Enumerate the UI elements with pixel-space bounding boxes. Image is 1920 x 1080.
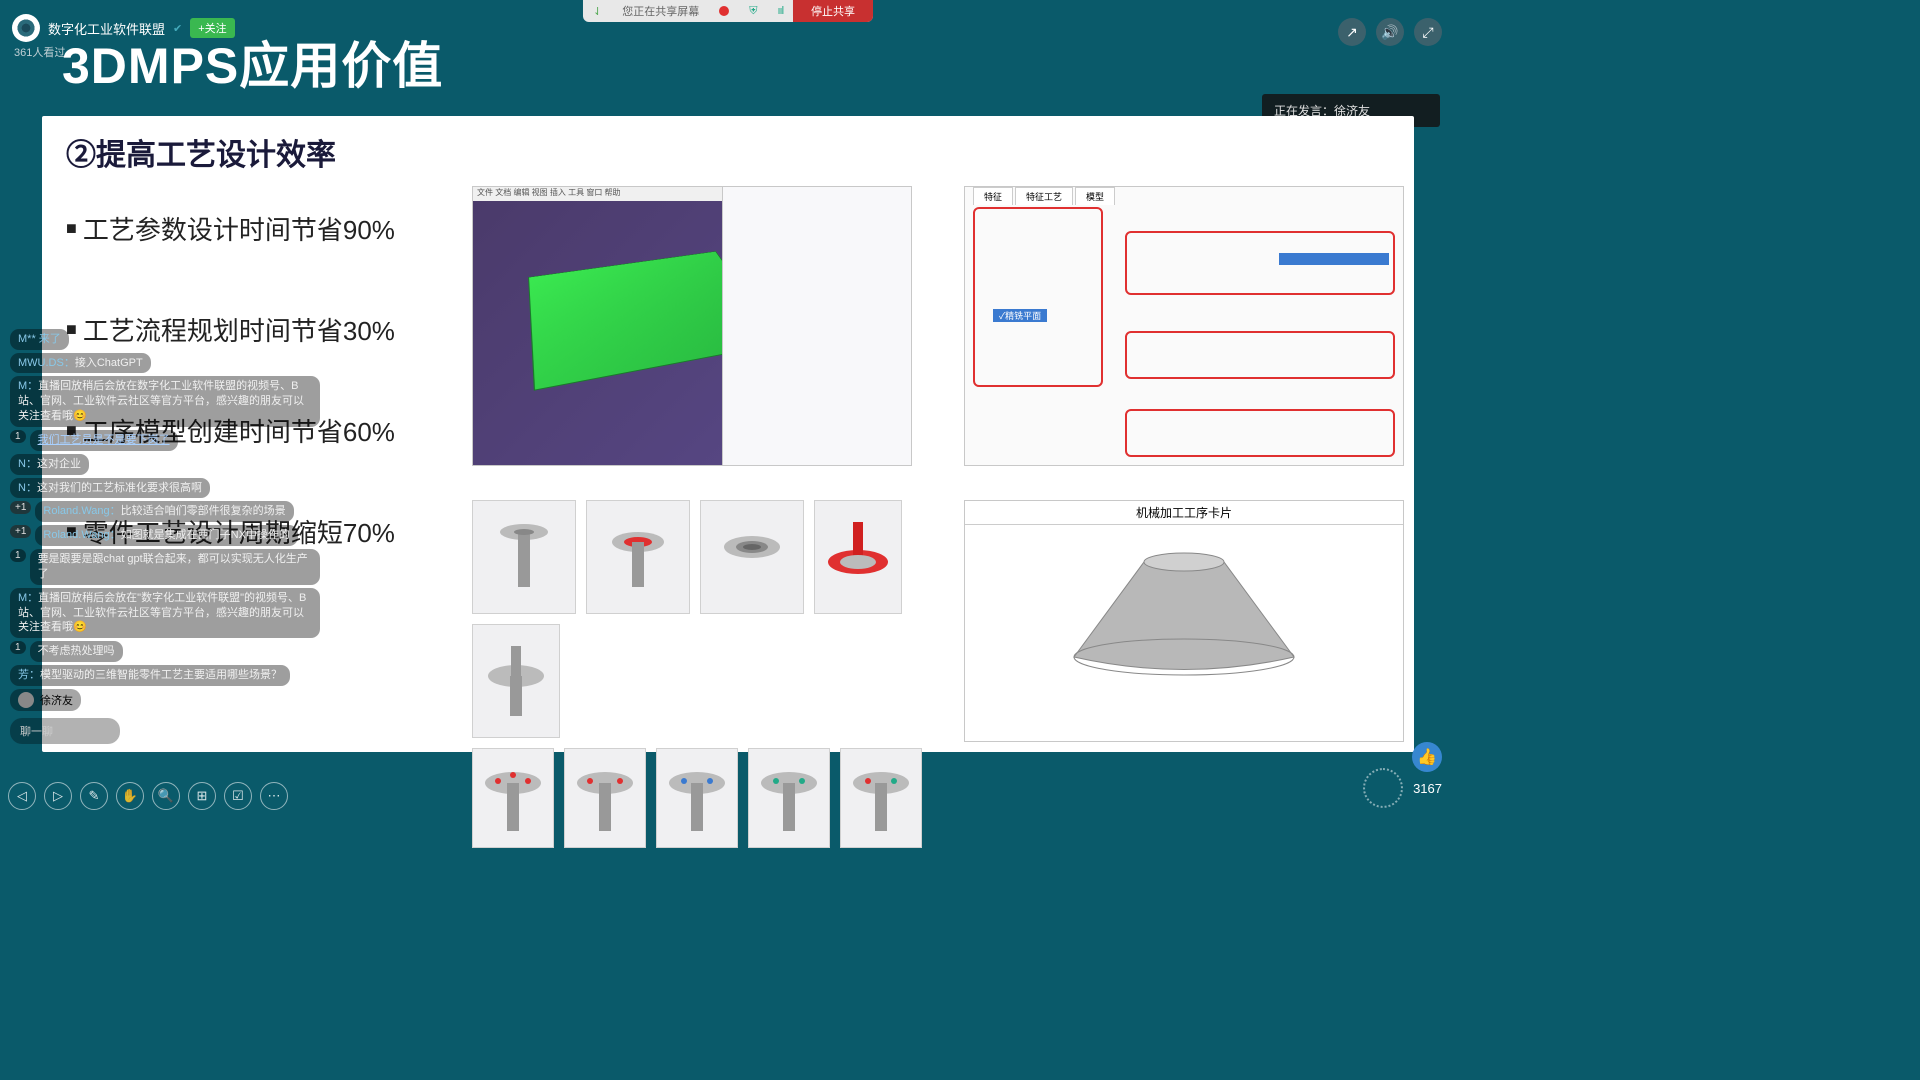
part-thumb <box>564 748 646 848</box>
red-highlight-box <box>973 207 1103 387</box>
chat-bubble: 芳：模型驱动的三维智能零件工艺主要适用哪些场景？ <box>10 665 290 686</box>
chat-message: N：这对企业 <box>10 454 320 475</box>
part-thumb <box>700 500 804 614</box>
shield-icon: ⛨ <box>739 5 767 18</box>
presenter-row: 徐济友 <box>10 689 81 711</box>
chat-message: M：直播回放稍后会放在"数字化工业软件联盟"的视频号、B站、官网、工业软件云社区… <box>10 588 320 639</box>
stop-share-button[interactable]: 停止共享 <box>793 0 873 22</box>
tree-tabs: 特征 特征工艺 模型 <box>973 187 1115 205</box>
tree-tab: 特征工艺 <box>1015 187 1073 205</box>
slide-main-title: 3DMPS应用价值 <box>62 26 443 98</box>
mic-icon: ⇃ <box>593 5 602 18</box>
zoom-button[interactable]: 🔍 <box>152 782 180 810</box>
chat-bubble: M：直播回放稍后会放在数字化工业软件联盟的视频号、B站、官网、工业软件云社区等官… <box>10 376 320 427</box>
tree-tab: 模型 <box>1075 187 1115 205</box>
part-thumbnails <box>472 500 922 848</box>
chat-badge: 1 <box>10 549 26 562</box>
process-card-figure: 机械加工工序卡片 <box>964 500 1404 742</box>
red-highlight-box <box>1125 409 1395 457</box>
viewer-count: 361人看过 <box>14 44 65 60</box>
chat-bubble: N：这对我们的工艺标准化要求很高啊 <box>10 478 210 499</box>
volume-button[interactable]: 🔊 <box>1376 18 1404 46</box>
presenter-name: 徐济友 <box>40 692 73 708</box>
presenter-avatar <box>18 692 34 708</box>
tree-tab: 特征 <box>973 187 1013 205</box>
part-thumb <box>748 748 830 848</box>
share-button[interactable]: ↗ <box>1338 18 1366 46</box>
chat-input[interactable]: 聊一聊 <box>10 718 120 744</box>
bottom-right: 3167 <box>1363 768 1442 808</box>
screen-share-bar: ⇃ 您正在共享屏幕 ⛨ ııl 停止共享 <box>583 0 873 22</box>
signal-icon: ııl <box>767 5 793 17</box>
fullscreen-button[interactable]: ⤢ <box>1414 18 1442 46</box>
play-button[interactable]: ▷ <box>44 782 72 810</box>
chat-message: M：直播回放稍后会放在数字化工业软件联盟的视频号、B站、官网、工业软件云社区等官… <box>10 376 320 427</box>
top-right-controls: ↗ 🔊 ⤢ <box>1338 18 1442 46</box>
chat-overlay: M** 来了 MWU.DS：接入ChatGPTM：直播回放稍后会放在数字化工业软件… <box>10 329 320 744</box>
prev-button[interactable]: ◁ <box>8 782 36 810</box>
chat-bubble: N：这对企业 <box>10 454 89 475</box>
grid-button[interactable]: ⊞ <box>188 782 216 810</box>
settings-gear-icon[interactable] <box>1363 768 1403 808</box>
chat-badge: 1 <box>10 641 26 654</box>
part-thumb <box>840 748 922 848</box>
bottom-controls: ◁ ▷ ✎ ✋ 🔍 ⊞ ☑ ⋯ <box>8 782 288 810</box>
like-count: 3167 <box>1413 781 1442 796</box>
chat-badge: +1 <box>10 525 31 538</box>
chat-bubble: M** 来了 <box>10 329 69 350</box>
chat-bubble: 我们工艺员是不是要下岗了 <box>30 430 178 451</box>
chat-message: +1 Roland.Wang：如图就是集成在西门子NX中操作的 <box>10 525 320 546</box>
check-button[interactable]: ☑ <box>224 782 252 810</box>
chat-bubble: Roland.Wang：如图就是集成在西门子NX中操作的 <box>35 525 298 546</box>
channel-avatar[interactable] <box>12 14 40 42</box>
process-card-title: 机械加工工序卡片 <box>965 501 1403 525</box>
chat-message: N：这对我们的工艺标准化要求很高啊 <box>10 478 320 499</box>
chat-message: 芳：模型驱动的三维智能零件工艺主要适用哪些场景？ <box>10 665 320 686</box>
cad-side-panel <box>722 186 912 466</box>
selected-cell <box>1279 253 1389 265</box>
chat-message: 1 要是跟要是跟chat gpt联合起来，都可以实现无人化生产了 <box>10 549 320 585</box>
chat-bubble: Roland.Wang：比较适合咱们零部件很复杂的场景 <box>35 501 293 522</box>
slide-subtitle: ②提高工艺设计效率 <box>66 130 1390 174</box>
sharing-text: 您正在共享屏幕 <box>612 3 709 19</box>
part-thumb <box>656 748 738 848</box>
part-thumb <box>472 624 560 738</box>
chat-bubble: 要是跟要是跟chat gpt联合起来，都可以实现无人化生产了 <box>30 549 320 585</box>
chat-message: M** 来了 <box>10 329 320 350</box>
chat-message: MWU.DS：接入ChatGPT <box>10 353 320 374</box>
chat-bubble: M：直播回放稍后会放在"数字化工业软件联盟"的视频号、B站、官网、工业软件云社区… <box>10 588 320 639</box>
part-thumb <box>814 500 902 614</box>
chat-bubble: MWU.DS：接入ChatGPT <box>10 353 151 374</box>
part-thumb <box>472 500 576 614</box>
part-thumb <box>472 748 554 848</box>
chat-bubble: 不考虑热处理吗 <box>30 641 123 662</box>
more-button[interactable]: ⋯ <box>260 782 288 810</box>
red-highlight-box <box>1125 331 1395 379</box>
cone-part-icon <box>1034 537 1334 687</box>
chat-message: +1 Roland.Wang：比较适合咱们零部件很复杂的场景 <box>10 501 320 522</box>
chat-message: 1 不考虑热处理吗 <box>10 641 320 662</box>
record-icon <box>719 6 729 16</box>
chat-badge: +1 <box>10 501 31 514</box>
chat-message: 1 我们工艺员是不是要下岗了 <box>10 430 320 451</box>
process-tree-figure: 特征 特征工艺 模型 ✓精铣平面 <box>964 186 1404 466</box>
part-thumb <box>586 500 690 614</box>
chat-badge: 1 <box>10 430 26 443</box>
pen-button[interactable]: ✎ <box>80 782 108 810</box>
hand-button[interactable]: ✋ <box>116 782 144 810</box>
